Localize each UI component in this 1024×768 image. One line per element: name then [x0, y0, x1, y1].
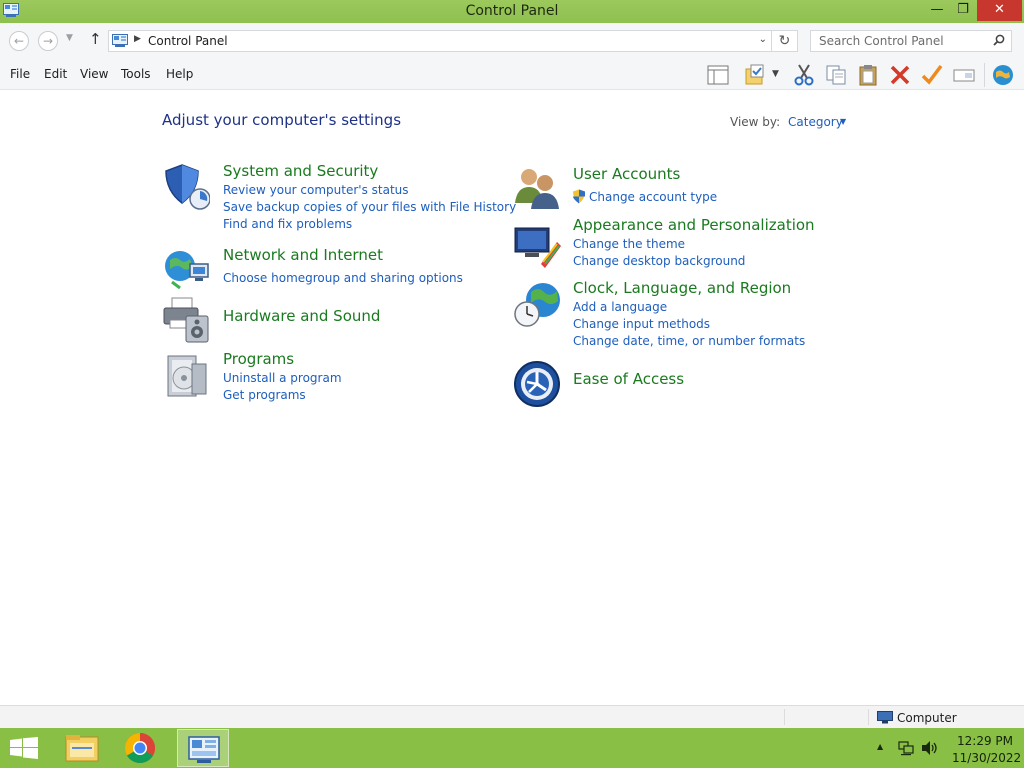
delete-icon[interactable] — [888, 63, 912, 87]
search-input[interactable] — [811, 31, 985, 51]
link-get-programs[interactable]: Get programs — [223, 388, 306, 402]
refresh-button[interactable]: ↻ — [772, 30, 798, 52]
up-button[interactable]: ↑ — [89, 30, 102, 48]
shield-icon[interactable] — [162, 163, 211, 211]
address-bar[interactable]: ▶ Control Panel ⌄ — [108, 30, 772, 52]
category-user-accounts[interactable]: User Accounts — [573, 165, 680, 183]
link-desktop-background[interactable]: Change desktop background — [573, 254, 745, 268]
uac-shield-icon — [572, 189, 586, 204]
chevron-down-icon[interactable]: ▼ — [772, 69, 784, 93]
restore-button[interactable]: ❐ — [951, 0, 975, 21]
breadcrumb-control-panel[interactable]: Control Panel — [148, 34, 228, 48]
clock-date[interactable]: 11/30/2022 — [952, 751, 1021, 765]
menu-help[interactable]: Help — [166, 67, 193, 81]
minimize-button[interactable]: — — [925, 0, 949, 21]
menu-tools[interactable]: Tools — [121, 67, 151, 81]
rename-icon[interactable] — [952, 63, 976, 87]
category-ease-of-access[interactable]: Ease of Access — [573, 370, 684, 388]
category-network-internet[interactable]: Network and Internet — [223, 246, 383, 264]
chevron-down-icon: ▼ — [66, 33, 73, 43]
category-system-security[interactable]: System and Security — [223, 162, 378, 180]
menu-file[interactable]: File — [10, 67, 30, 81]
close-button[interactable]: ✕ — [977, 0, 1022, 21]
category-appearance[interactable]: Appearance and Personalization — [573, 216, 815, 234]
copy-icon[interactable] — [824, 63, 848, 87]
status-location: Computer — [897, 711, 957, 725]
address-row: ← → ▼ ↑ ▶ Control Panel ⌄ ↻ — [0, 23, 1024, 59]
chevron-down-icon[interactable]: ▼ — [840, 117, 846, 126]
computer-icon — [877, 711, 893, 724]
category-clock-region[interactable]: Clock, Language, and Region — [573, 279, 791, 297]
volume-icon[interactable] — [921, 740, 939, 768]
search-box[interactable] — [810, 30, 1012, 52]
title-bar: Control Panel — ❐ ✕ — [0, 0, 1024, 23]
link-review-status[interactable]: Review your computer's status — [223, 183, 409, 197]
menu-view[interactable]: View — [80, 67, 108, 81]
clock-globe-icon[interactable] — [513, 280, 561, 328]
arrow-up-icon: ↑ — [89, 30, 102, 48]
back-button[interactable]: ← — [9, 31, 29, 51]
taskbar: ▲ 12:29 PM 11/30/2022 — [0, 728, 1024, 768]
page-heading: Adjust your computer's settings — [162, 111, 402, 129]
taskbar-chrome[interactable] — [114, 729, 166, 767]
status-divider — [868, 709, 869, 725]
taskbar-control-panel[interactable] — [177, 729, 229, 767]
breadcrumb-separator-icon[interactable]: ▶ — [134, 34, 141, 44]
start-button[interactable] — [10, 737, 38, 759]
status-divider — [784, 709, 785, 725]
category-hardware-sound[interactable]: Hardware and Sound — [223, 307, 380, 325]
menu-edit[interactable]: Edit — [44, 67, 67, 81]
checkmark-icon[interactable] — [920, 63, 944, 87]
network-globe-icon[interactable] — [162, 246, 210, 294]
clock-time[interactable]: 12:29 PM — [957, 734, 1013, 748]
link-uninstall-program[interactable]: Uninstall a program — [223, 371, 342, 385]
category-programs[interactable]: Programs — [223, 350, 294, 368]
cut-icon[interactable] — [792, 63, 816, 87]
forward-button[interactable]: → — [38, 31, 58, 51]
folder-properties-icon[interactable] — [744, 63, 768, 87]
link-add-language[interactable]: Add a language — [573, 300, 667, 314]
toolbar-divider — [984, 63, 985, 87]
printer-icon[interactable] — [162, 296, 210, 344]
taskbar-file-explorer[interactable] — [56, 729, 108, 767]
refresh-icon: ↻ — [778, 33, 791, 49]
link-change-theme[interactable]: Change the theme — [573, 237, 685, 251]
search-icon[interactable] — [993, 34, 1005, 49]
status-bar: Computer — [0, 705, 1024, 728]
arrow-right-icon: → — [42, 34, 54, 48]
arrow-left-icon: ← — [13, 34, 25, 48]
globe-icon[interactable] — [991, 63, 1015, 87]
appearance-icon[interactable] — [513, 222, 561, 270]
programs-icon[interactable] — [162, 352, 210, 400]
paste-icon[interactable] — [856, 63, 880, 87]
link-homegroup-sharing[interactable]: Choose homegroup and sharing options — [223, 271, 463, 285]
control-panel-icon — [112, 34, 128, 48]
users-icon[interactable] — [513, 163, 561, 211]
link-change-account-type[interactable]: Change account type — [589, 190, 717, 204]
link-find-fix-problems[interactable]: Find and fix problems — [223, 217, 352, 231]
link-input-methods[interactable]: Change input methods — [573, 317, 710, 331]
ease-of-access-icon[interactable] — [513, 360, 561, 408]
view-by-dropdown[interactable]: Category — [788, 115, 843, 129]
network-icon[interactable] — [898, 740, 914, 768]
link-file-history[interactable]: Save backup copies of your files with Fi… — [223, 200, 516, 214]
show-hidden-icons[interactable]: ▲ — [877, 742, 883, 768]
recent-locations-dropdown[interactable]: ▼ — [66, 33, 73, 43]
window-title: Control Panel — [465, 3, 559, 19]
menu-toolbar-row: File Edit View Tools Help ▼ — [0, 59, 1024, 90]
address-dropdown-icon[interactable]: ⌄ — [759, 34, 767, 45]
view-by-label: View by: — [730, 115, 781, 129]
link-date-time-formats[interactable]: Change date, time, or number formats — [573, 334, 805, 348]
layout-pane-icon[interactable] — [706, 63, 730, 87]
